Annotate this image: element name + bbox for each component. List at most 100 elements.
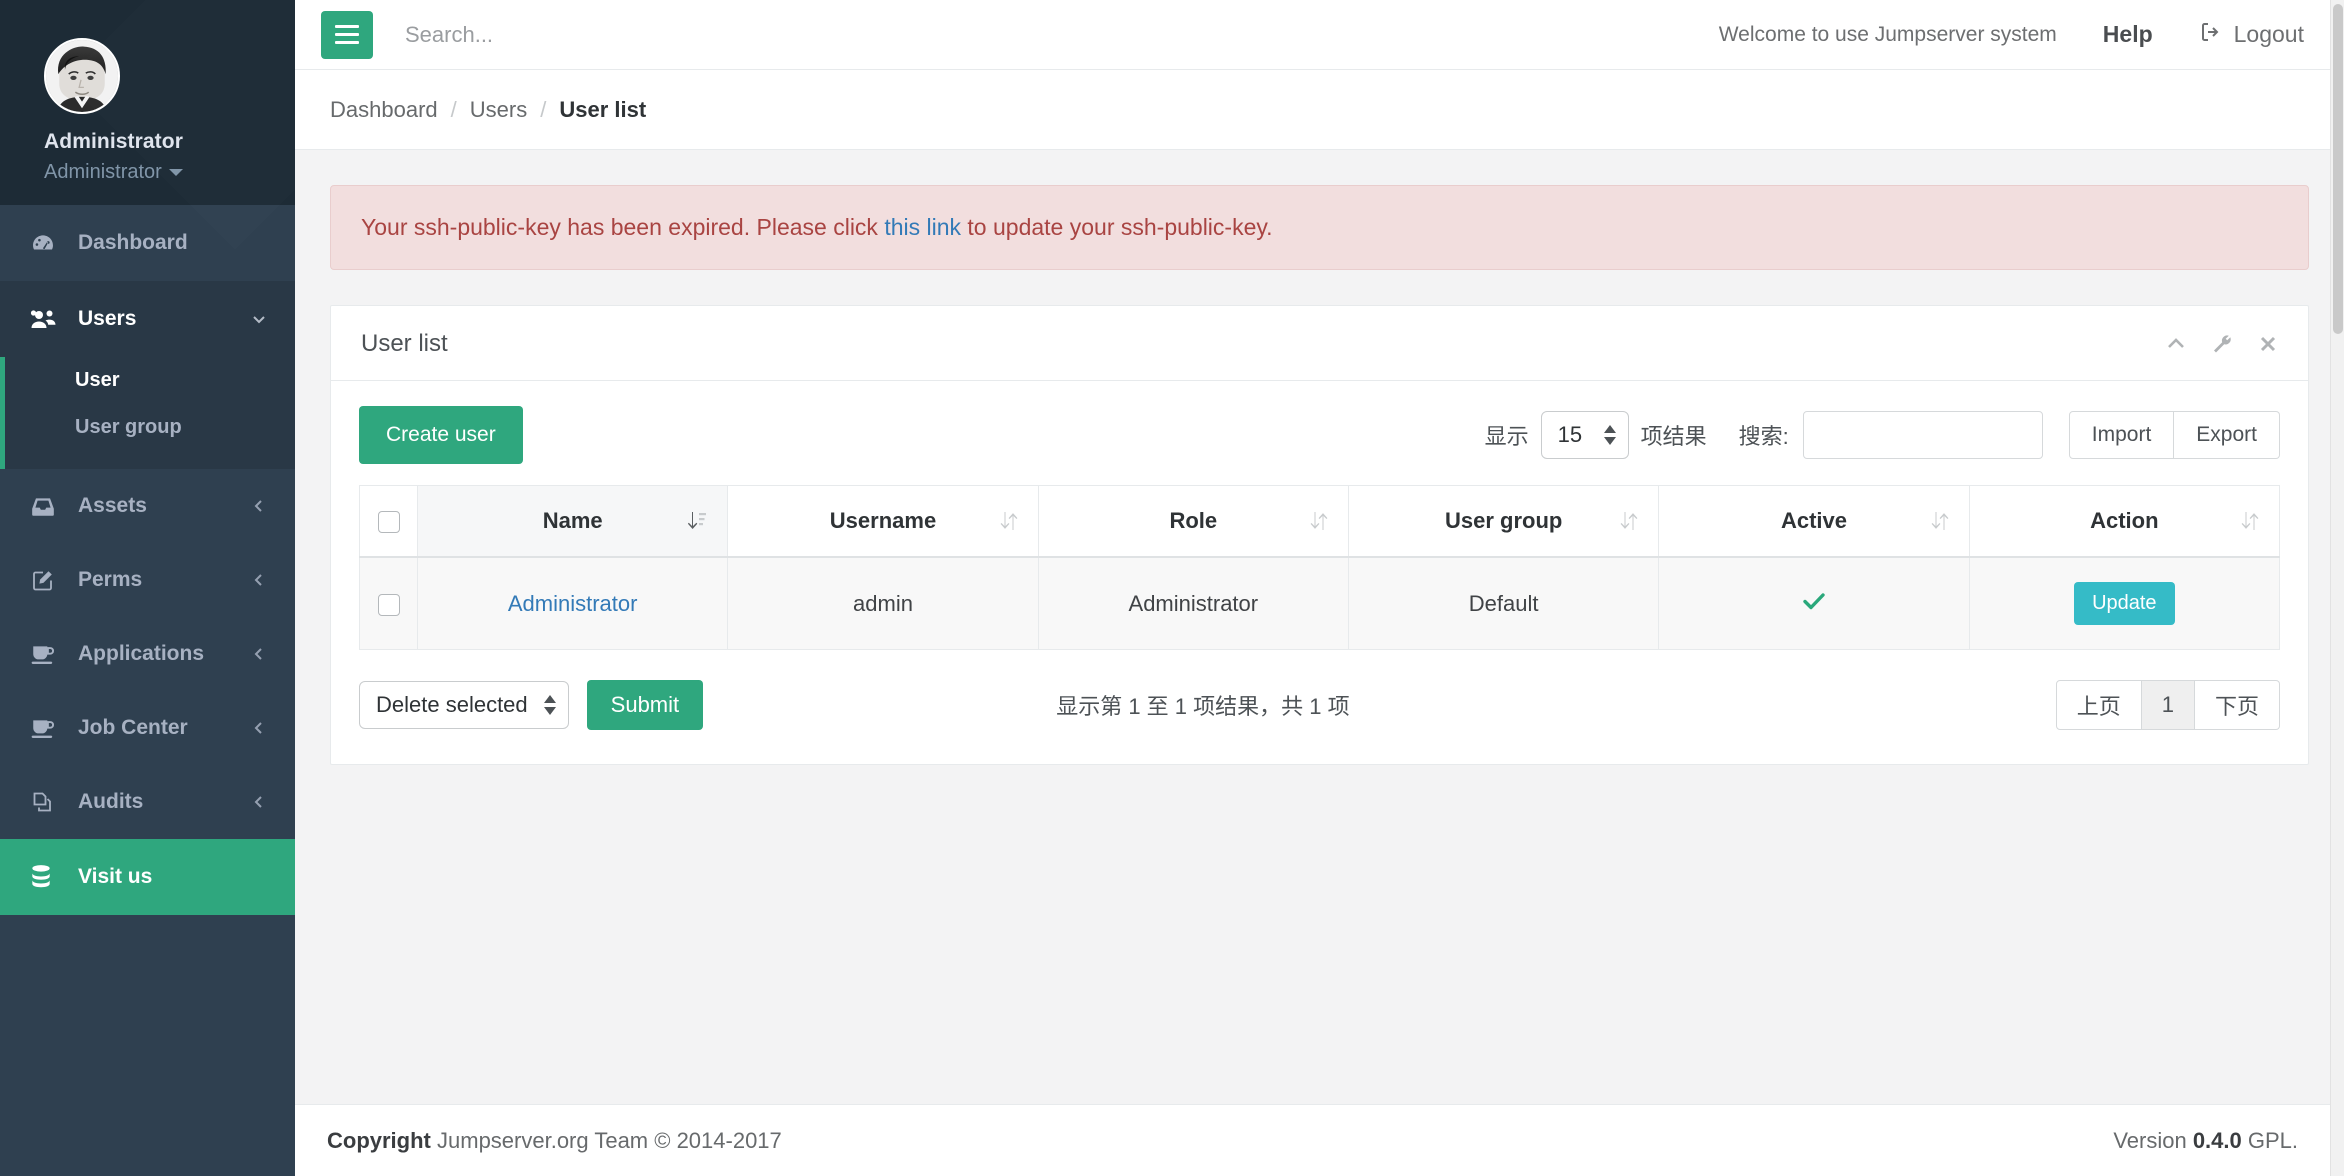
update-button[interactable]: Update — [2074, 582, 2175, 625]
column-header-username[interactable]: Username — [727, 485, 1039, 558]
chevron-left-icon — [251, 794, 267, 810]
sidebar: Administrator Administrator Dashboard Us… — [0, 0, 295, 1176]
pagination: 上页 1 下页 — [2055, 680, 2280, 730]
breadcrumb-item-dashboard[interactable]: Dashboard — [330, 97, 438, 123]
coffee-cup-icon — [30, 642, 64, 666]
page-scrollbar[interactable] — [2330, 0, 2344, 1176]
sidebar-item-visit-us[interactable]: Visit us — [0, 839, 295, 915]
logout-label: Logout — [2233, 21, 2304, 47]
close-x-icon[interactable] — [2256, 332, 2280, 356]
sidebar-link-perms[interactable]: Perms — [0, 543, 295, 617]
chevron-up-icon[interactable] — [2164, 332, 2188, 356]
sidebar-label-user-group[interactable]: User group — [0, 404, 295, 451]
table-search-control: 搜索: — [1739, 411, 2043, 459]
topbar-right: Welcome to use Jumpserver system Help Lo… — [1719, 20, 2304, 50]
inbox-icon — [30, 494, 64, 518]
row-checkbox[interactable] — [377, 593, 400, 616]
breadcrumb-separator: / — [450, 96, 457, 122]
sidebar-link-applications[interactable]: Applications — [0, 617, 295, 691]
users-icon — [30, 306, 64, 332]
chevron-left-icon — [251, 498, 267, 514]
sidebar-label-applications: Applications — [78, 642, 205, 665]
sidebar-item-applications[interactable]: Applications — [0, 617, 295, 691]
import-button[interactable]: Import — [2068, 411, 2175, 459]
scrollbar-thumb[interactable] — [2333, 4, 2343, 334]
cell-username: admin — [727, 556, 1039, 650]
hamburger-icon[interactable] — [321, 10, 373, 59]
content: Your ssh-public-key has been expired. Pl… — [295, 150, 2344, 765]
chevron-left-icon — [251, 572, 267, 588]
sort-none-icon — [1620, 510, 1638, 532]
profile-name: Administrator — [44, 130, 183, 153]
sidebar-item-user[interactable]: User — [0, 357, 295, 404]
pagination-next-button[interactable]: 下页 — [2194, 680, 2280, 730]
page-length-suffix: 项结果 — [1640, 424, 1707, 449]
column-header-name[interactable]: Name — [416, 485, 729, 558]
table-body: Administrator admin Administrator Defaul… — [359, 556, 2281, 650]
table-search-input[interactable] — [1802, 411, 2043, 459]
cell-name: Administrator — [416, 556, 729, 650]
submit-button[interactable]: Submit — [586, 680, 704, 730]
sidebar-item-audits[interactable]: Audits — [0, 765, 295, 839]
sidebar-profile[interactable]: Administrator Administrator — [0, 0, 295, 205]
page-length-select[interactable]: 15 — [1540, 411, 1629, 459]
column-label-active: Active — [1780, 508, 1847, 533]
panel-title: User list — [361, 330, 448, 357]
pagination-prev-button[interactable]: 上页 — [2055, 680, 2142, 730]
sidebar-item-perms[interactable]: Perms — [0, 543, 295, 617]
sidebar-item-assets[interactable]: Assets — [0, 469, 295, 543]
sidebar-label-user[interactable]: User — [0, 357, 295, 404]
column-header-active[interactable]: Active — [1658, 485, 1970, 558]
profile-role[interactable]: Administrator — [44, 161, 295, 184]
table-row[interactable]: Administrator admin Administrator Defaul… — [359, 556, 2281, 650]
alert-update-link[interactable]: this link — [884, 214, 961, 240]
profile-role-label: Administrator — [44, 161, 162, 183]
footer-copyright: Copyright Jumpserver.org Team © 2014-201… — [327, 1128, 782, 1154]
copy-files-icon — [30, 790, 64, 814]
column-label-user-group: User group — [1444, 508, 1563, 533]
row-select-cell[interactable] — [359, 556, 418, 650]
panel-tools — [2164, 332, 2280, 356]
column-header-action[interactable]: Action — [1968, 485, 2281, 558]
export-button[interactable]: Export — [2174, 411, 2280, 459]
sidebar-label-assets: Assets — [78, 494, 147, 517]
help-link[interactable]: Help — [2103, 21, 2153, 48]
import-export-group: Import Export — [2068, 411, 2280, 459]
sidebar-label-perms: Perms — [78, 568, 143, 591]
bulk-action-value: Delete selected — [376, 692, 528, 717]
column-header-user-group[interactable]: User group — [1347, 485, 1660, 558]
logout-link[interactable]: Logout — [2199, 20, 2304, 50]
wrench-icon[interactable] — [2210, 332, 2234, 356]
sidebar-link-dashboard[interactable]: Dashboard — [0, 205, 295, 281]
sidebar-link-assets[interactable]: Assets — [0, 469, 295, 543]
user-detail-link[interactable]: Administrator — [508, 591, 638, 616]
table-header-row: Name Username Role User group Active Act… — [359, 485, 2281, 558]
sidebar-link-visit-us[interactable]: Visit us — [0, 839, 295, 915]
sidebar-link-audits[interactable]: Audits — [0, 765, 295, 839]
breadcrumb-item-users[interactable]: Users — [470, 97, 527, 123]
column-header-role[interactable]: Role — [1037, 485, 1349, 558]
alert-text-before: Your ssh-public-key has been expired. Pl… — [361, 214, 885, 240]
sort-none-icon — [2241, 510, 2259, 532]
sidebar-item-job-center[interactable]: Job Center — [0, 691, 295, 765]
chevron-left-icon — [251, 646, 267, 662]
sidebar-item-users[interactable]: Users User User group — [0, 281, 295, 469]
chevron-down-icon — [251, 311, 267, 327]
sidebar-link-job-center[interactable]: Job Center — [0, 691, 295, 765]
cell-active — [1658, 556, 1970, 650]
user-table: Name Username Role User group Active Act… — [359, 485, 2281, 650]
search-input[interactable] — [403, 20, 823, 49]
breadcrumb-item-user-list: User list — [559, 96, 647, 122]
select-all-header[interactable] — [359, 485, 418, 558]
sidebar-item-dashboard[interactable]: Dashboard — [0, 205, 295, 281]
create-user-button[interactable]: Create user — [359, 406, 523, 464]
page-length-value: 15 — [1557, 422, 1583, 447]
sidebar-nav: Dashboard Users User User group Assets P… — [0, 205, 295, 915]
pagination-page-1[interactable]: 1 — [2141, 680, 2195, 730]
sidebar-link-users[interactable]: Users — [0, 281, 295, 357]
breadcrumb: Dashboard / Users / User list — [295, 70, 2344, 150]
select-all-checkbox[interactable] — [377, 511, 400, 534]
toolbar-right: 显示 15 项结果 搜索: Import Export — [1485, 411, 2280, 459]
bulk-action-select[interactable]: Delete selected — [359, 681, 569, 729]
sidebar-item-user-group[interactable]: User group — [0, 404, 295, 451]
